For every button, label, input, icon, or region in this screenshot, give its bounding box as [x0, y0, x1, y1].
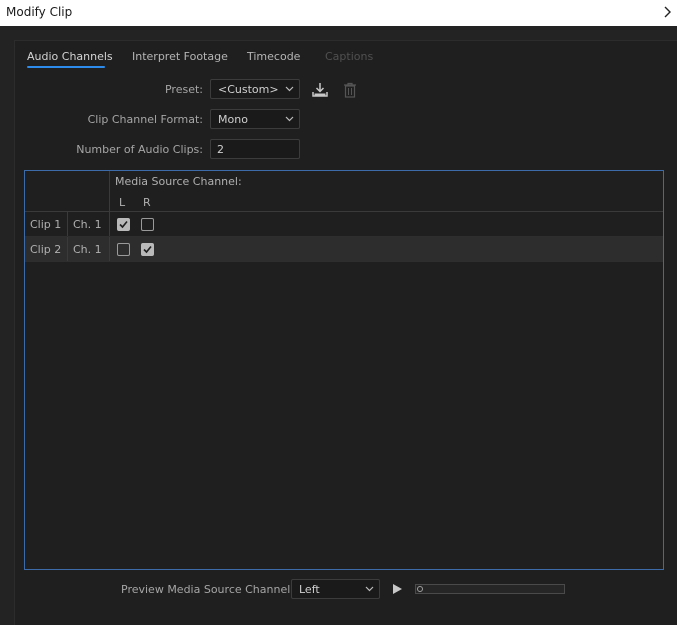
audio-channels-panel: Audio Channels Interpret Footage Timecod…: [14, 40, 677, 625]
preview-scrubber[interactable]: [415, 584, 565, 594]
window-title: Modify Clip: [6, 5, 73, 19]
clip-name-cell: Clip 1: [25, 212, 68, 236]
column-header-r: R: [143, 196, 151, 209]
preset-label: Preset:: [164, 83, 203, 96]
number-of-audio-clips-label: Number of Audio Clips:: [76, 143, 203, 156]
table-header-spacer: [25, 171, 110, 211]
column-header-l: L: [119, 196, 126, 209]
clip-channel-format-label: Clip Channel Format:: [87, 113, 203, 126]
number-of-audio-clips-input[interactable]: 2: [210, 139, 300, 159]
tab-timecode[interactable]: Timecode: [247, 50, 300, 63]
checkbox-r[interactable]: [141, 243, 154, 256]
tab-audio-channels[interactable]: Audio Channels: [27, 50, 113, 63]
table-row: Clip 1 Ch. 1: [25, 212, 663, 237]
preset-value: <Custom>: [218, 83, 279, 96]
trash-icon: [344, 82, 356, 98]
checkmark-icon: [143, 245, 152, 254]
channel-mapping-table: Media Source Channel: L R Clip 1 Ch. 1 C…: [24, 170, 664, 570]
clip-channel-format-select[interactable]: Mono: [210, 109, 300, 129]
checkmark-icon: [119, 220, 128, 229]
clip-channel-format-value: Mono: [218, 113, 248, 126]
tab-interpret-footage[interactable]: Interpret Footage: [132, 50, 228, 63]
preview-channel-select[interactable]: Left: [291, 579, 380, 599]
chevron-down-icon: [285, 86, 294, 92]
scrubber-handle[interactable]: [417, 586, 423, 592]
active-tab-indicator: [27, 66, 105, 68]
save-preset-icon[interactable]: [311, 81, 329, 99]
channel-cell: Ch. 1: [68, 212, 110, 236]
preset-select[interactable]: <Custom>: [210, 79, 300, 99]
channel-cell: Ch. 1: [68, 237, 110, 261]
checkbox-l[interactable]: [117, 243, 130, 256]
checkbox-r[interactable]: [141, 218, 154, 231]
tab-captions: Captions: [325, 50, 374, 63]
checkbox-l[interactable]: [117, 218, 130, 231]
preview-channel-value: Left: [299, 583, 320, 596]
media-source-channel-header: Media Source Channel:: [115, 175, 242, 188]
clip-name-cell: Clip 2: [25, 237, 68, 261]
chevron-down-icon: [285, 116, 294, 122]
chevron-down-icon: [365, 586, 374, 592]
chevron-right-icon[interactable]: [661, 3, 675, 21]
play-icon[interactable]: [391, 583, 403, 595]
title-bar: Modify Clip: [0, 0, 677, 26]
preview-channel-label: Preview Media Source Channel:: [121, 583, 294, 596]
table-row: Clip 2 Ch. 1: [25, 237, 663, 262]
